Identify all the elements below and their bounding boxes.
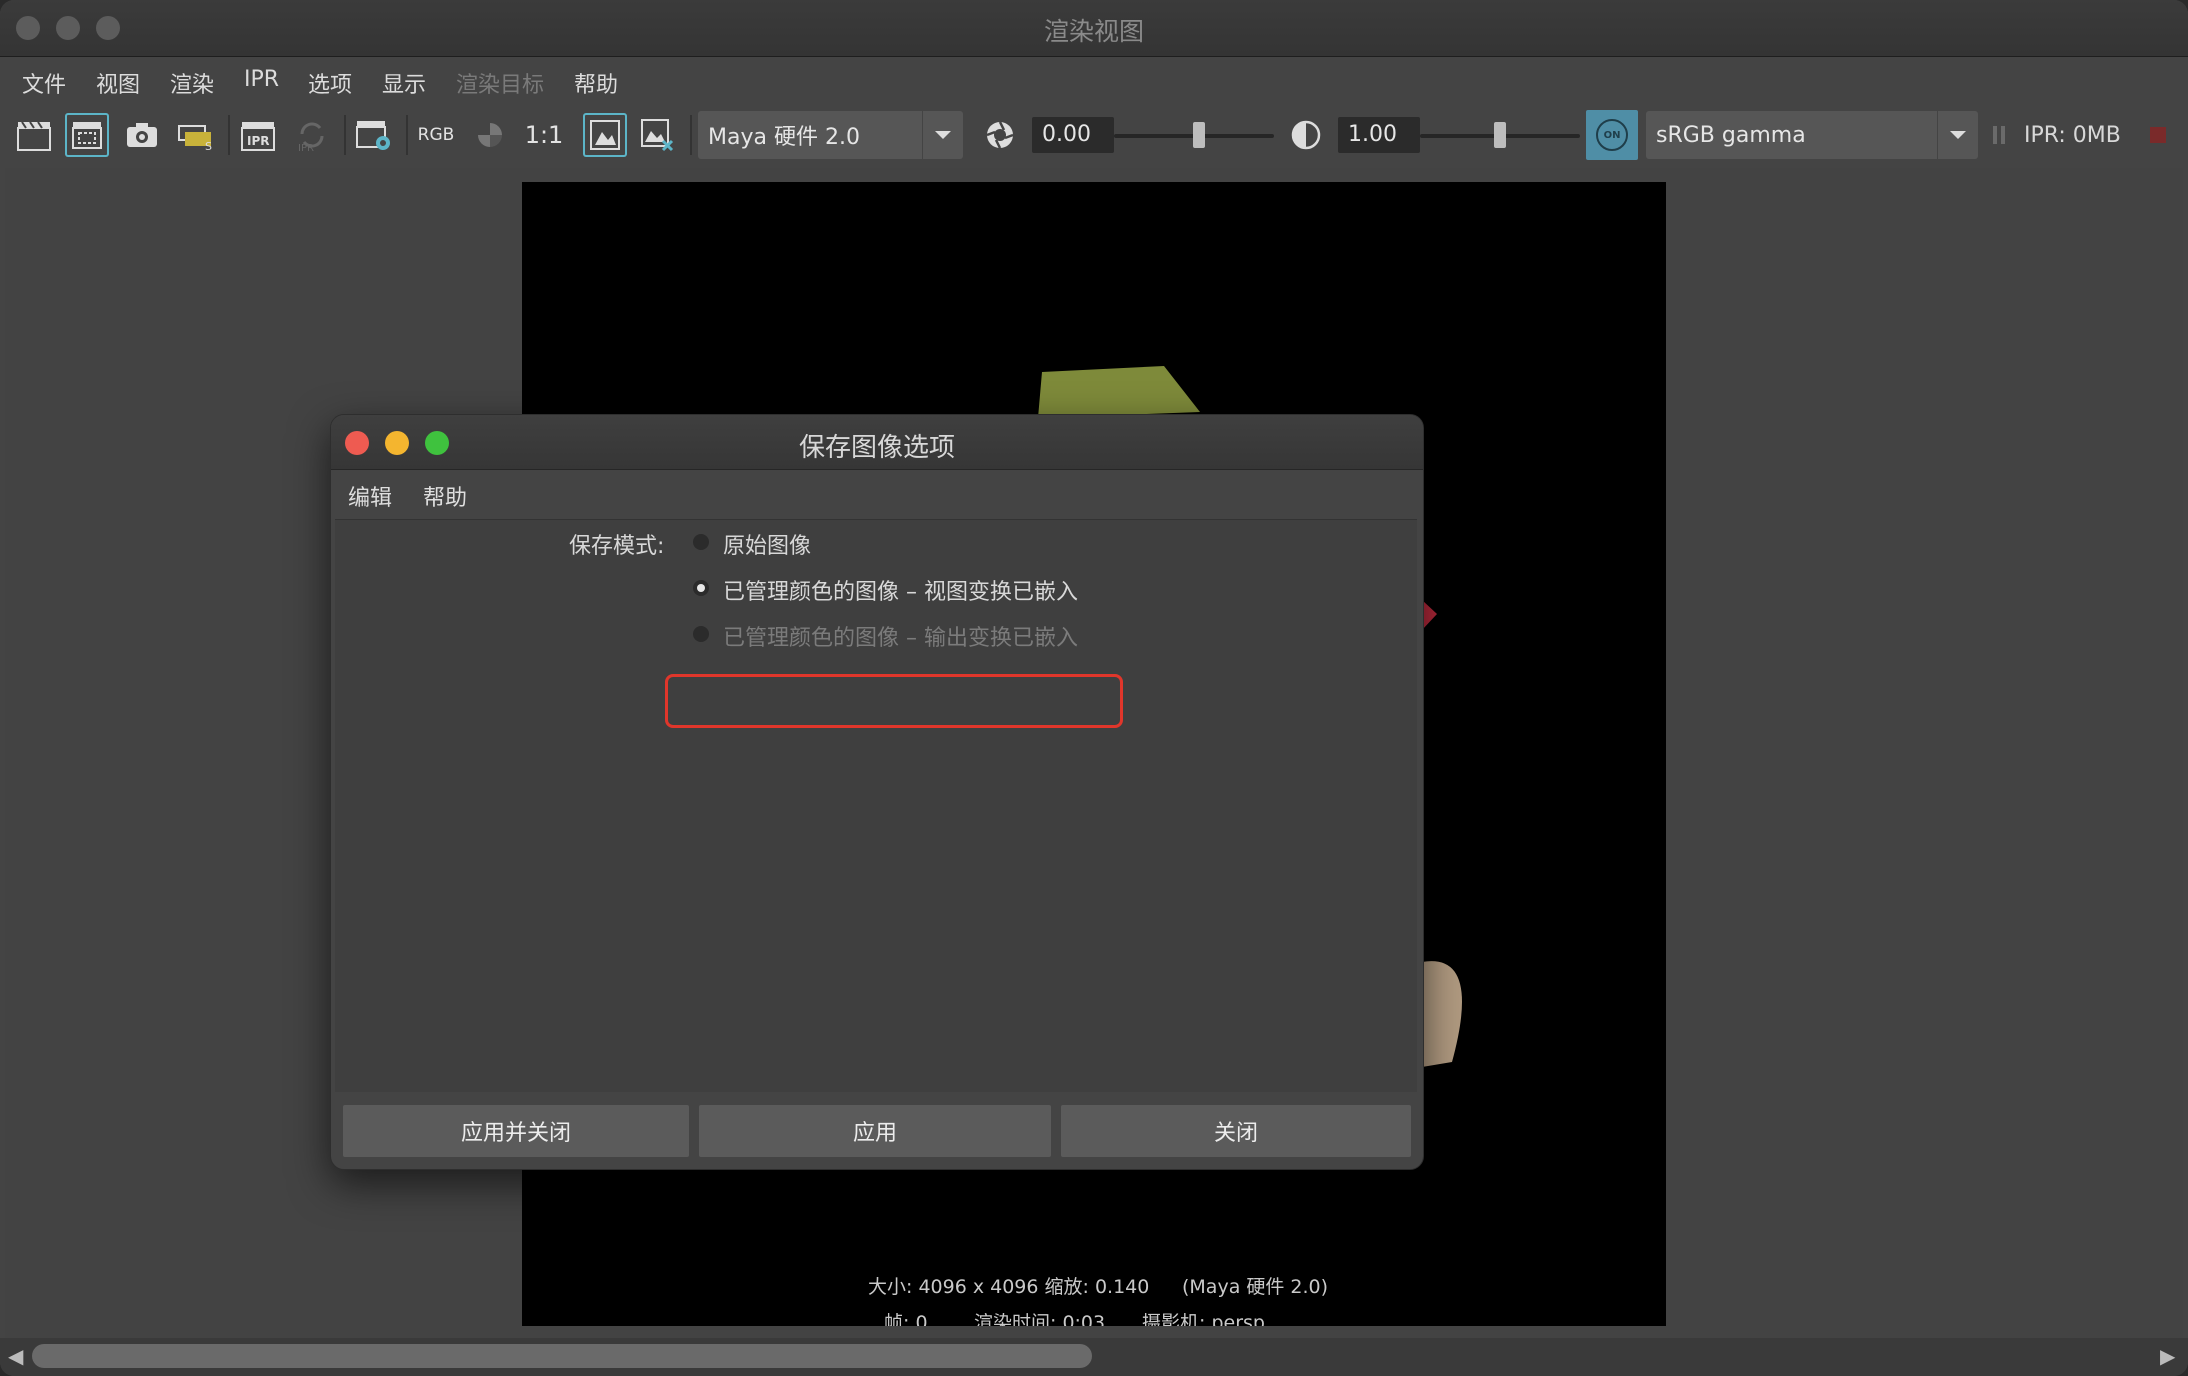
close-button[interactable]: 关闭: [1061, 1105, 1411, 1157]
render-frame-info: 帧: 0: [884, 1312, 928, 1326]
gamma-field[interactable]: 1.00: [1338, 117, 1420, 153]
stop-icon[interactable]: [2146, 113, 2170, 157]
apply-and-close-button[interactable]: 应用并关闭: [343, 1105, 689, 1157]
gamma-slider[interactable]: [1420, 122, 1580, 148]
dialog-menu-edit[interactable]: 编辑: [348, 480, 392, 512]
renderer-value: Maya 硬件 2.0: [708, 125, 860, 150]
toolbar: S IPR IPR RGB 1:1 Maya 硬件 2.0 0.00 1.00 …: [0, 105, 2188, 165]
ratio-label: 1:1: [524, 121, 564, 149]
real-size-icon[interactable]: 1:1: [522, 113, 566, 157]
window-title: 渲染视图: [1043, 17, 1144, 46]
color-management-toggle[interactable]: ON: [1586, 110, 1638, 160]
menu-ipr[interactable]: IPR: [244, 67, 279, 92]
render-time-info: 渲染时间: 0:03: [974, 1312, 1106, 1326]
dialog-menu-bar: 编辑 帮助: [331, 470, 1423, 516]
option-view-transform-label[interactable]: 已管理颜色的图像 – 视图变换已嵌入: [723, 574, 1078, 606]
menu-render[interactable]: 渲染: [170, 67, 214, 99]
svg-text:S: S: [205, 140, 212, 152]
alpha-icon[interactable]: [468, 113, 512, 157]
horizontal-scrollbar[interactable]: ◀ ▶: [0, 1338, 2188, 1376]
scroll-right-icon[interactable]: ▶: [2160, 1344, 2175, 1368]
option-output-transform-label: 已管理颜色的图像 – 输出变换已嵌入: [723, 626, 1078, 651]
rgb-label: RGB: [417, 125, 455, 145]
gamma-icon[interactable]: [1284, 113, 1328, 157]
render-frame-icon[interactable]: [12, 113, 56, 157]
dialog-title-bar: 保存图像选项: [331, 415, 1423, 470]
svg-text:IPR: IPR: [298, 143, 314, 152]
color-management-badge: ON: [1596, 119, 1628, 151]
channel-toggle-icon[interactable]: RGB: [414, 113, 458, 157]
keep-image-icon[interactable]: [583, 113, 627, 157]
apply-button[interactable]: 应用: [699, 1105, 1051, 1157]
renderer-dropdown[interactable]: Maya 硬件 2.0: [698, 111, 963, 159]
menu-file[interactable]: 文件: [22, 67, 66, 99]
chevron-down-icon: [922, 111, 963, 159]
radio-view-transform[interactable]: [693, 580, 709, 596]
radio-raw-image[interactable]: [693, 534, 709, 550]
scroll-left-icon[interactable]: ◀: [8, 1344, 23, 1368]
ipr-render-icon[interactable]: IPR: [236, 113, 280, 157]
ipr-memory-label: IPR: 0MB: [2024, 122, 2121, 148]
snapshot-icon[interactable]: [120, 113, 164, 157]
scrollbar-thumb[interactable]: [32, 1344, 1092, 1368]
selected-option-highlight: [665, 674, 1123, 728]
title-bar: 渲染视图: [0, 0, 2188, 57]
menu-help[interactable]: 帮助: [574, 67, 618, 99]
menu-display[interactable]: 显示: [382, 67, 426, 99]
exposure-field[interactable]: 0.00: [1032, 117, 1114, 153]
option-raw-image-label[interactable]: 原始图像: [723, 528, 811, 560]
radio-output-transform: [693, 626, 709, 642]
view-transform-dropdown[interactable]: sRGB gamma: [1646, 111, 1978, 159]
menu-render-target: 渲染目标: [456, 73, 545, 98]
save-image-options-dialog: 保存图像选项 编辑 帮助 保存模式: 原始图像 已管理颜色的图像 – 视图变换已…: [330, 414, 1424, 1170]
exposure-slider[interactable]: [1114, 122, 1274, 148]
render-settings-icon[interactable]: [352, 113, 396, 157]
remove-image-icon[interactable]: [635, 113, 679, 157]
pause-icon[interactable]: [1984, 113, 2014, 157]
render-region-icon[interactable]: [65, 113, 109, 157]
gamma-slider-knob[interactable]: [1494, 122, 1506, 148]
save-mode-label: 保存模式:: [569, 534, 665, 559]
menu-bar: 文件 视图 渲染 IPR 选项 显示 渲染目标 帮助: [0, 57, 2188, 105]
svg-text:IPR: IPR: [247, 134, 270, 148]
view-transform-value: sRGB gamma: [1656, 122, 1806, 148]
render-size-info: 大小: 4096 x 4096 缩放: 0.140: [868, 1276, 1150, 1298]
menu-view[interactable]: 视图: [96, 67, 140, 99]
render-camera-info: 摄影机: persp: [1142, 1312, 1265, 1326]
dialog-menu-help[interactable]: 帮助: [423, 480, 467, 512]
dialog-body: 保存模式: 原始图像 已管理颜色的图像 – 视图变换已嵌入 已管理颜色的图像 –…: [335, 519, 1417, 1092]
ipr-refresh-icon: IPR: [290, 113, 334, 157]
exposure-icon[interactable]: [978, 113, 1022, 157]
exposure-slider-knob[interactable]: [1192, 122, 1205, 148]
chevron-down-icon: [1937, 111, 1978, 159]
menu-options[interactable]: 选项: [308, 67, 352, 99]
render-sequence-icon[interactable]: S: [174, 113, 218, 157]
render-renderer-info: (Maya 硬件 2.0): [1182, 1276, 1329, 1298]
dialog-title: 保存图像选项: [798, 433, 955, 463]
